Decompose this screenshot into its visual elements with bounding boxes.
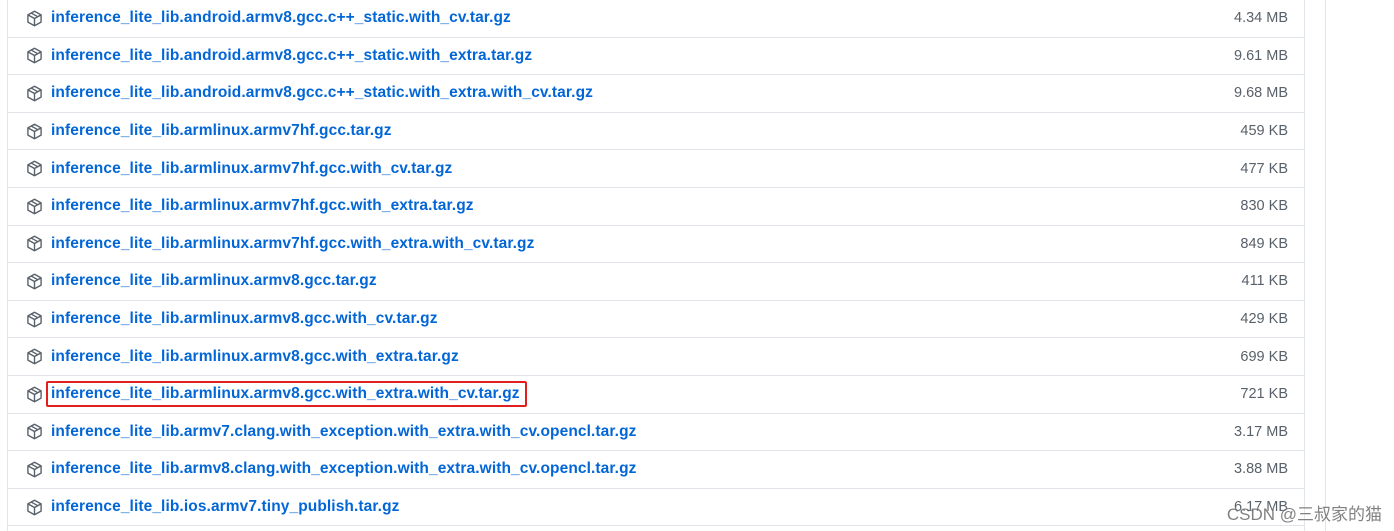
package-icon [25, 122, 43, 140]
asset-download-link[interactable]: inference_lite_lib.armlinux.armv8.gcc.ta… [51, 272, 377, 290]
package-icon [25, 460, 43, 478]
package-icon [25, 423, 43, 441]
package-icon [25, 47, 43, 65]
asset-size: 721 KB [1240, 386, 1288, 403]
asset-size: 830 KB [1240, 198, 1288, 215]
asset-row-6: inference_lite_lib.armlinux.armv7hf.gcc.… [8, 226, 1304, 264]
asset-size: 459 KB [1240, 123, 1288, 140]
asset-row-7: inference_lite_lib.armlinux.armv8.gcc.ta… [8, 263, 1304, 301]
asset-row-3: inference_lite_lib.armlinux.armv7hf.gcc.… [8, 113, 1304, 151]
csdn-watermark: CSDN @三叔家的猫 [1226, 505, 1382, 524]
package-icon [25, 272, 43, 290]
asset-size: 477 KB [1240, 160, 1288, 177]
asset-row-8: inference_lite_lib.armlinux.armv8.gcc.wi… [8, 301, 1304, 339]
asset-size: 9.68 MB [1234, 85, 1288, 102]
asset-size: 429 KB [1240, 311, 1288, 328]
asset-download-link[interactable]: inference_lite_lib.ios.armv7.tiny_publis… [51, 498, 400, 516]
asset-size: 3.17 MB [1234, 423, 1288, 440]
package-icon [25, 160, 43, 178]
asset-download-link[interactable]: inference_lite_lib.armlinux.armv8.gcc.wi… [51, 310, 438, 328]
release-assets-page: inference_lite_lib.android.armv8.gcc.c++… [0, 0, 1394, 531]
asset-download-link[interactable]: inference_lite_lib.armlinux.armv7hf.gcc.… [51, 197, 474, 215]
asset-download-link[interactable]: inference_lite_lib.armv7.clang.with_exce… [51, 423, 637, 441]
asset-size: 699 KB [1240, 348, 1288, 365]
asset-row-5: inference_lite_lib.armlinux.armv7hf.gcc.… [8, 188, 1304, 226]
asset-size: 9.61 MB [1234, 47, 1288, 64]
asset-download-link[interactable]: inference_lite_lib.armlinux.armv8.gcc.wi… [51, 385, 520, 403]
asset-download-link[interactable]: inference_lite_lib.android.armv8.gcc.c++… [51, 9, 511, 27]
package-icon [25, 310, 43, 328]
asset-download-link[interactable]: inference_lite_lib.android.armv8.gcc.c++… [51, 47, 532, 65]
release-assets-list: inference_lite_lib.android.armv8.gcc.c++… [7, 0, 1305, 531]
asset-row-10: inference_lite_lib.armlinux.armv8.gcc.wi… [8, 376, 1304, 414]
asset-size: 3.88 MB [1234, 461, 1288, 478]
asset-row-4: inference_lite_lib.armlinux.armv7hf.gcc.… [8, 150, 1304, 188]
asset-row-11: inference_lite_lib.armv7.clang.with_exce… [8, 414, 1304, 452]
package-icon [25, 84, 43, 102]
asset-row-0: inference_lite_lib.android.armv8.gcc.c++… [8, 0, 1304, 38]
asset-download-link[interactable]: inference_lite_lib.armlinux.armv8.gcc.wi… [51, 348, 459, 366]
asset-row-2: inference_lite_lib.android.armv8.gcc.c++… [8, 75, 1304, 113]
package-icon [25, 197, 43, 215]
asset-download-link[interactable]: inference_lite_lib.armv8.clang.with_exce… [51, 460, 637, 478]
asset-size: 4.34 MB [1234, 10, 1288, 27]
asset-row-12: inference_lite_lib.armv8.clang.with_exce… [8, 451, 1304, 489]
package-icon [25, 235, 43, 253]
asset-size: 849 KB [1240, 235, 1288, 252]
asset-row-9: inference_lite_lib.armlinux.armv8.gcc.wi… [8, 338, 1304, 376]
package-icon [25, 348, 43, 366]
asset-download-link[interactable]: inference_lite_lib.armlinux.armv7hf.gcc.… [51, 235, 534, 253]
asset-size: 411 KB [1241, 273, 1289, 290]
scrollbar-divider [1325, 0, 1326, 531]
package-icon [25, 385, 43, 403]
asset-row-13: inference_lite_lib.ios.armv7.tiny_publis… [8, 489, 1304, 527]
package-icon [25, 498, 43, 516]
asset-download-link[interactable]: inference_lite_lib.android.armv8.gcc.c++… [51, 84, 593, 102]
package-icon [25, 9, 43, 27]
asset-download-link[interactable]: inference_lite_lib.armlinux.armv7hf.gcc.… [51, 122, 392, 140]
asset-row-1: inference_lite_lib.android.armv8.gcc.c++… [8, 38, 1304, 76]
asset-download-link[interactable]: inference_lite_lib.armlinux.armv7hf.gcc.… [51, 160, 452, 178]
